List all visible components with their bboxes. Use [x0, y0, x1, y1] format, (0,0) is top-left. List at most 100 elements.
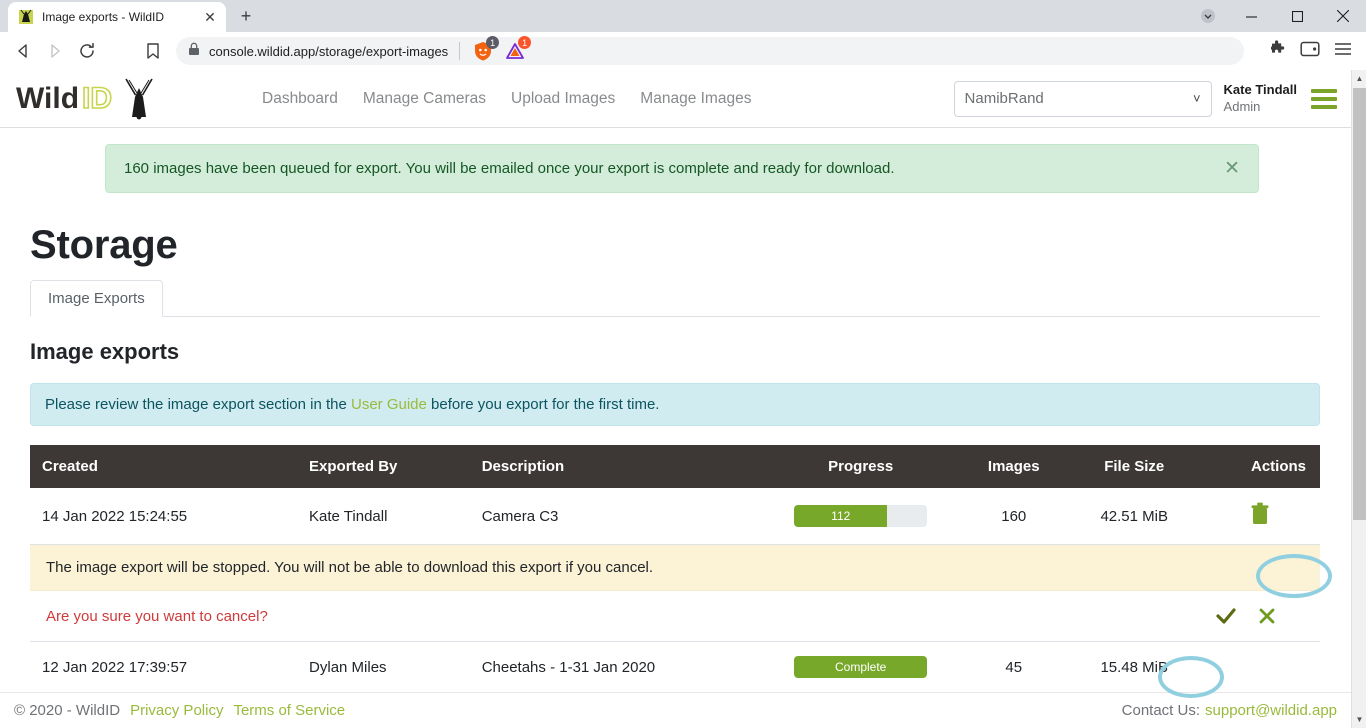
cancel-confirm-question-cell: Are you sure you want to cancel?: [30, 590, 959, 642]
column-header-created: Created: [30, 445, 300, 488]
info-alert-suffix: before you export for the first time.: [426, 396, 660, 413]
browser-chrome: Image exports - WildID ✕ + console.wildi…: [0, 0, 1366, 70]
brave-shields-lion-icon[interactable]: 1: [472, 36, 500, 62]
cell-actions: [1199, 641, 1320, 693]
close-icon[interactable]: ✕: [202, 9, 218, 25]
brave-wallet-icon[interactable]: [1300, 40, 1320, 63]
x-dismiss-icon[interactable]: [1258, 607, 1276, 625]
user-info: Kate Tindall Admin: [1224, 82, 1297, 115]
app-page: Wild ID Dashboard Manage Cameras Upload …: [0, 70, 1351, 728]
support-email-link[interactable]: support@wildid.app: [1205, 702, 1337, 719]
table-header-row: Created Exported By Description Progress…: [30, 445, 1320, 488]
user-name: Kate Tindall: [1223, 82, 1297, 98]
cancel-confirm-row: Are you sure you want to cancel?: [30, 590, 1320, 642]
cancel-confirm-question: Are you sure you want to cancel?: [46, 607, 268, 625]
info-alert: Please review the image export section i…: [30, 383, 1320, 426]
table-row: 12 Jan 2022 17:39:57 Dylan Miles Cheetah…: [30, 641, 1320, 693]
nav-link-dashboard[interactable]: Dashboard: [262, 90, 338, 108]
cell-images: 45: [958, 641, 1069, 693]
progress-bar-track: 112: [794, 505, 928, 527]
logo-word-id: ID: [82, 82, 112, 115]
divider: [459, 42, 461, 60]
reload-icon[interactable]: [72, 36, 102, 66]
image-exports-table: Created Exported By Description Progress…: [30, 445, 1320, 693]
rewards-count-badge: 1: [518, 36, 532, 49]
progress-bar-fill: 112: [794, 505, 888, 527]
plus-icon[interactable]: +: [232, 2, 260, 30]
nav-link-upload-images[interactable]: Upload Images: [511, 90, 615, 108]
hamburger-menu-icon[interactable]: [1311, 88, 1337, 109]
maximize-icon[interactable]: [1274, 0, 1320, 32]
scrollbar-thumb[interactable]: [1353, 88, 1366, 520]
bookmark-icon[interactable]: [138, 36, 168, 66]
column-header-exported-by: Exported By: [299, 445, 472, 488]
scroll-down-arrow-icon[interactable]: ▼: [1352, 711, 1366, 728]
window-controls: [1188, 0, 1366, 32]
app-header: Wild ID Dashboard Manage Cameras Upload …: [0, 70, 1351, 128]
cell-exported-by: Dylan Miles: [299, 641, 472, 693]
browser-toolbar: console.wildid.app/storage/export-images…: [0, 32, 1366, 70]
hamburger-menu-icon[interactable]: [1334, 41, 1352, 62]
address-bar[interactable]: console.wildid.app/storage/export-images…: [176, 36, 1244, 65]
cell-progress: Complete: [762, 641, 959, 693]
window-close-icon[interactable]: [1320, 0, 1366, 32]
success-alert: 160 images have been queued for export. …: [105, 144, 1259, 193]
user-role: Admin: [1223, 98, 1261, 114]
table-row: 14 Jan 2022 15:24:55 Kate Tindall Camera…: [30, 488, 1320, 545]
header-right: NamibRand ˅ Kate Tindall Admin: [953, 80, 1337, 117]
cell-file-size: 42.51 MiB: [1068, 488, 1200, 545]
cell-created: 12 Jan 2022 17:39:57: [30, 641, 300, 693]
back-arrow-icon[interactable]: [8, 36, 38, 66]
address-bar-actions: 1 1: [457, 36, 532, 62]
cancel-warning-text: The image export will be stopped. You wi…: [30, 544, 1320, 591]
menu-bar: [1311, 96, 1337, 101]
browser-tab[interactable]: Image exports - WildID ✕: [8, 2, 226, 32]
trash-delete-icon[interactable]: [1249, 502, 1271, 526]
tab-strip: Image exports - WildID ✕ +: [0, 0, 1366, 32]
puzzle-piece-icon[interactable]: [1268, 39, 1286, 63]
wildid-favicon: [18, 9, 34, 25]
privacy-policy-link[interactable]: Privacy Policy: [130, 702, 223, 719]
terms-of-service-link[interactable]: Terms of Service: [233, 702, 345, 719]
footer-links: Privacy Policy Terms of Service: [130, 702, 345, 719]
cancel-warning-row: The image export will be stopped. You wi…: [30, 544, 1320, 591]
page-content: Storage Image Exports Image exports Plea…: [0, 223, 1351, 693]
column-header-file-size: File Size: [1068, 445, 1200, 488]
toolbar-right-icons: [1250, 39, 1358, 63]
cell-description: Camera C3: [471, 488, 763, 545]
success-alert-message: 160 images have been queued for export. …: [124, 160, 895, 177]
url-text: console.wildid.app/storage/export-images: [209, 43, 449, 59]
tab-image-exports[interactable]: Image Exports: [30, 280, 163, 317]
close-icon[interactable]: ✕: [1224, 159, 1240, 178]
page-viewport: Wild ID Dashboard Manage Cameras Upload …: [0, 70, 1366, 728]
column-header-description: Description: [471, 445, 763, 488]
logo-word-wild: Wild: [16, 82, 79, 115]
scroll-up-arrow-icon[interactable]: ▲: [1352, 70, 1366, 87]
wildid-logo[interactable]: Wild ID: [14, 78, 164, 120]
check-confirm-icon[interactable]: [1214, 605, 1238, 627]
menu-bar: [1311, 88, 1337, 93]
section-title: Image exports: [30, 339, 180, 364]
cell-progress: 112: [762, 488, 959, 545]
chevron-down-icon[interactable]: [1188, 0, 1228, 32]
column-header-actions: Actions: [1199, 445, 1320, 488]
table-body: 14 Jan 2022 15:24:55 Kate Tindall Camera…: [30, 488, 1320, 693]
brave-rewards-triangle-icon[interactable]: 1: [504, 36, 532, 62]
cell-file-size: 15.48 MiB: [1068, 641, 1200, 693]
user-guide-link[interactable]: User Guide: [351, 396, 427, 413]
page-scrollbar[interactable]: ▲ ▼: [1351, 70, 1366, 728]
column-header-progress: Progress: [762, 445, 959, 488]
table-header: Created Exported By Description Progress…: [30, 445, 1320, 488]
contact-label: Contact Us:: [1121, 702, 1201, 719]
tab-title: Image exports - WildID: [42, 10, 165, 24]
shields-count-badge: 1: [486, 36, 500, 49]
organization-select-value: NamibRand: [964, 90, 1044, 107]
nav-link-manage-cameras[interactable]: Manage Cameras: [363, 90, 486, 108]
organization-select[interactable]: NamibRand ˅: [953, 80, 1212, 117]
oryx-antelope-icon: [125, 78, 153, 119]
lock-icon: [188, 42, 200, 61]
page-footer: © 2020 - WildID Privacy Policy Terms of …: [0, 692, 1351, 728]
nav-link-manage-images[interactable]: Manage Images: [640, 90, 751, 108]
minimize-icon[interactable]: [1228, 0, 1274, 32]
cancel-confirm-actions-cell: [958, 590, 1320, 642]
